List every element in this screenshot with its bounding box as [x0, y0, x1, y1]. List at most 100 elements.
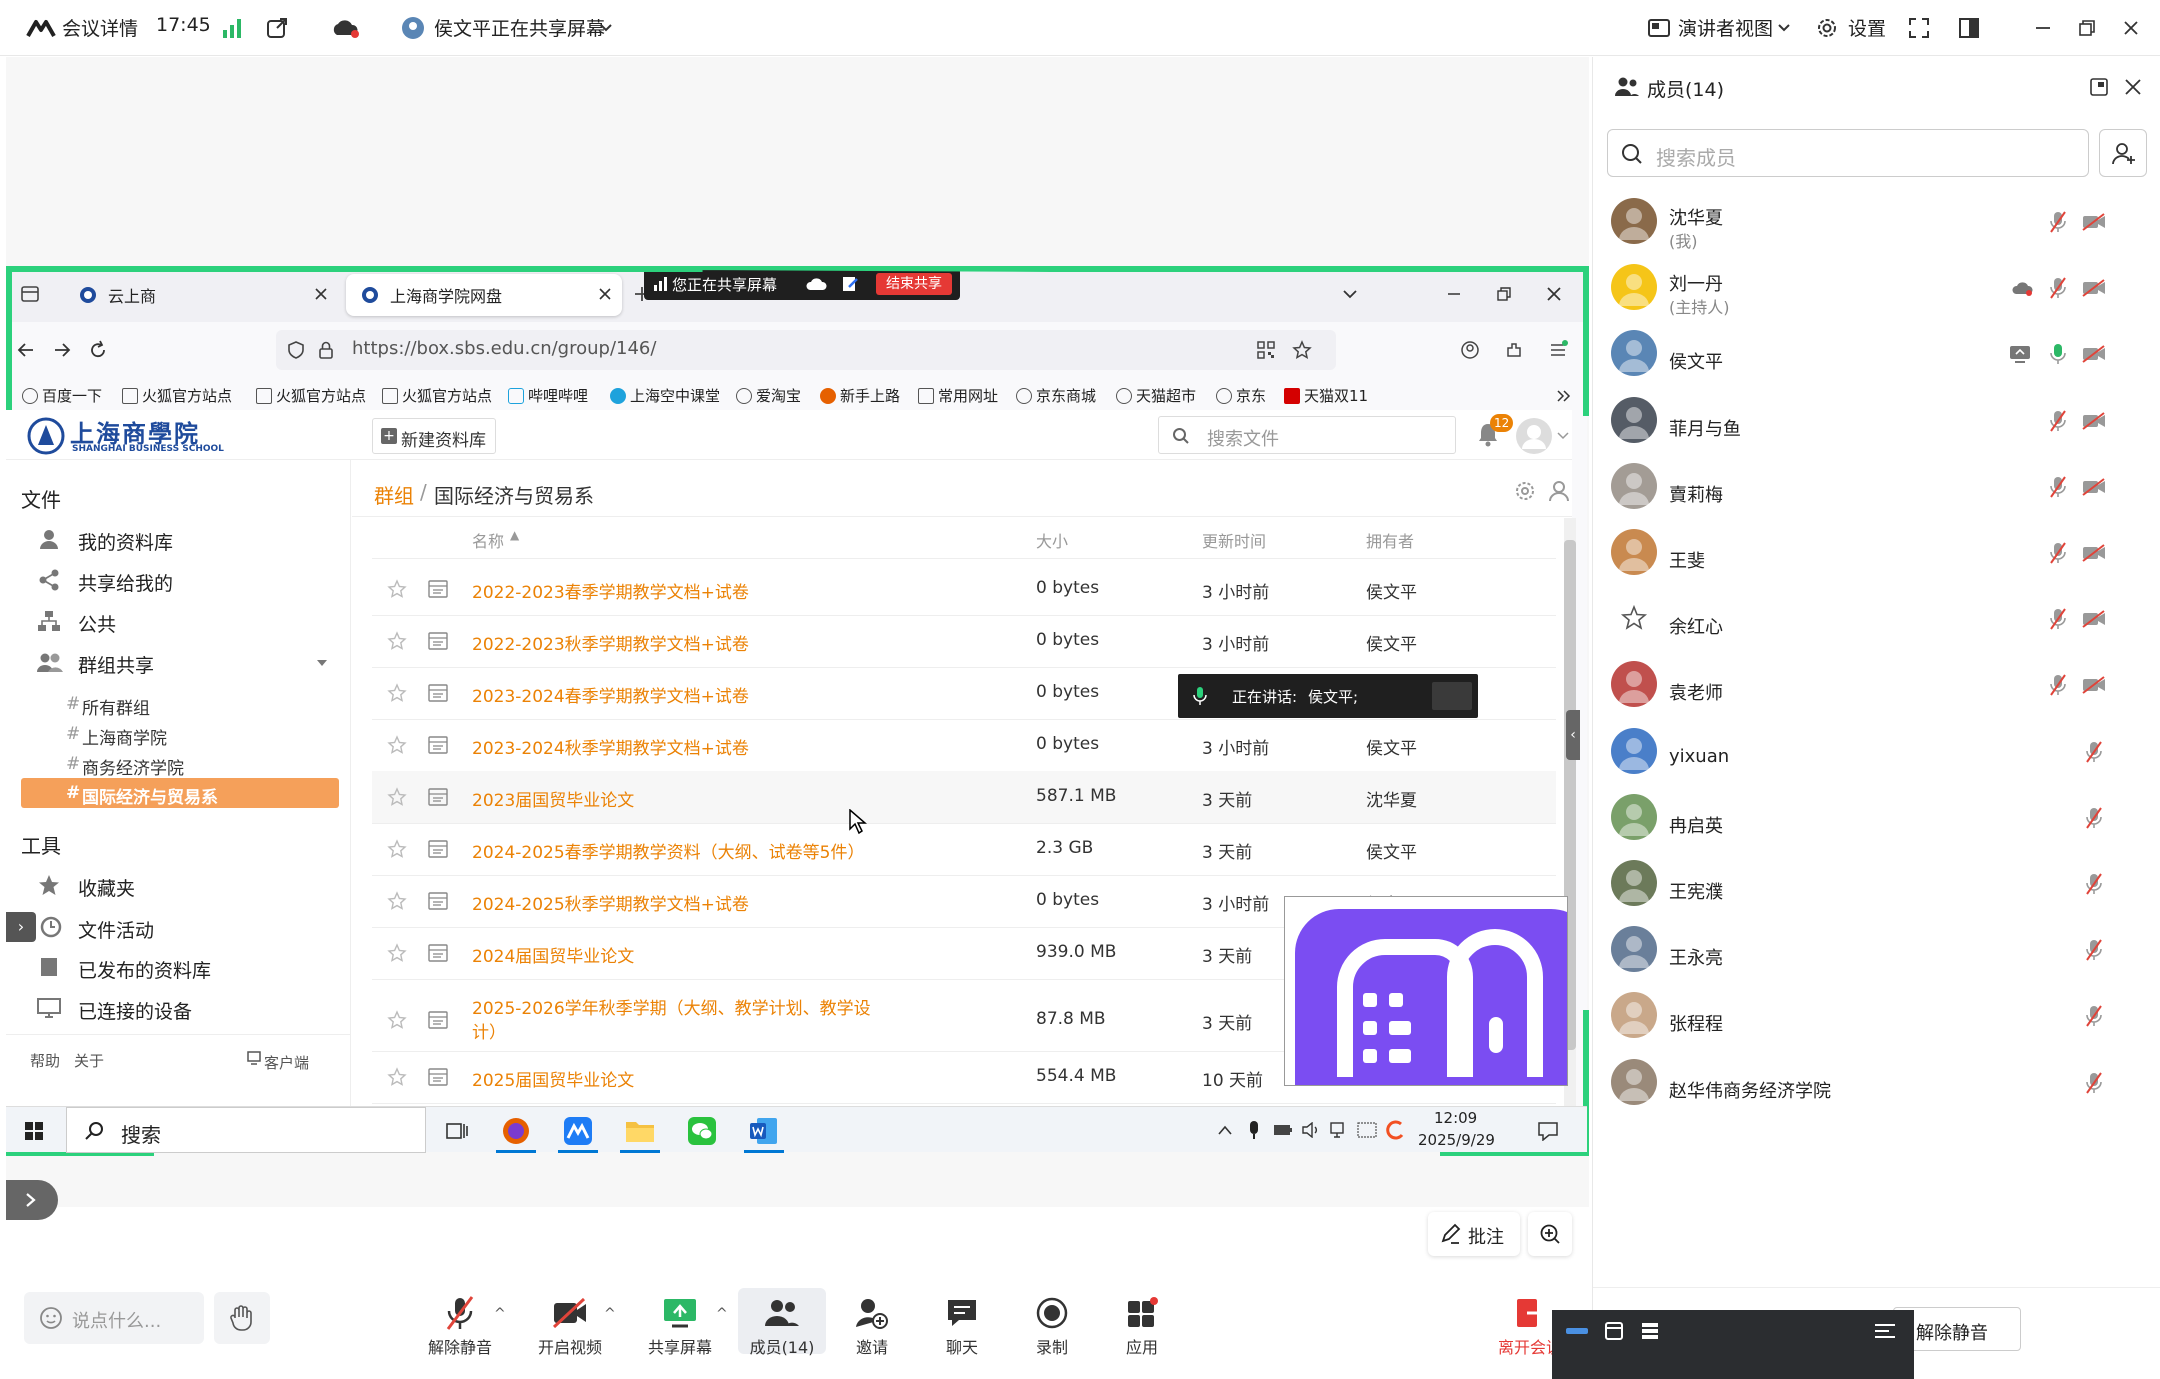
network-tray-icon[interactable] [1328, 1121, 1350, 1139]
star-outline-icon[interactable] [386, 1009, 408, 1031]
fullscreen-icon[interactable] [1906, 15, 1932, 41]
signal-strength-icon[interactable] [220, 16, 244, 40]
mic-on-icon[interactable] [2045, 342, 2071, 366]
star-outline-icon[interactable] [386, 942, 408, 964]
volume-tray-icon[interactable] [1300, 1121, 1322, 1139]
group-members-icon[interactable] [1546, 478, 1572, 504]
star-outline-icon[interactable] [386, 578, 408, 600]
star-outline-icon[interactable] [386, 838, 408, 860]
star-outline-icon[interactable] [386, 890, 408, 912]
bookmark-item[interactable]: 新手上路 [820, 385, 900, 406]
microphone-tray-icon[interactable] [1246, 1119, 1262, 1141]
chevron-down-icon[interactable] [1776, 20, 1792, 36]
annotate-button[interactable]: 批注 [1428, 1212, 1520, 1256]
mic-muted-icon[interactable] [2045, 607, 2071, 631]
sogou-input-icon[interactable] [1384, 1119, 1406, 1141]
library-name-link[interactable]: 2022-2023春季学期教学文档+试卷 [472, 578, 749, 603]
presenter-view-icon[interactable] [1646, 16, 1672, 40]
member-row[interactable]: 袁老师 [1611, 655, 2151, 715]
star-outline-icon[interactable] [386, 734, 408, 756]
gear-icon[interactable] [1814, 15, 1840, 41]
meeting-details-button[interactable]: 会议详情 [62, 14, 138, 41]
bookmark-item[interactable]: 火狐官方站点 [256, 385, 366, 406]
raise-hand-button[interactable] [214, 1292, 270, 1344]
add-member-button[interactable] [2099, 129, 2147, 177]
bookmarks-overflow-icon[interactable] [1554, 386, 1574, 406]
mic-muted-icon[interactable] [2045, 475, 2071, 499]
lock-icon[interactable] [314, 338, 338, 362]
star-outline-icon[interactable] [386, 630, 408, 652]
col-header-updated[interactable]: 更新时间 [1202, 528, 1266, 552]
camera-off-icon[interactable] [2081, 673, 2107, 697]
annotate-icon[interactable] [840, 274, 860, 294]
members-button[interactable]: 成员(14) [742, 1292, 822, 1358]
member-row[interactable]: 余红心 [1611, 589, 2151, 649]
member-row[interactable]: 菲月与鱼 [1611, 391, 2151, 451]
caret-down-icon[interactable] [314, 656, 330, 670]
tab-box-sbs[interactable]: 上海商学院网盘 [346, 274, 622, 316]
start-video-button[interactable]: 开启视频 [530, 1292, 610, 1358]
member-row[interactable]: 侯文平 [1611, 324, 2151, 384]
bookmark-item[interactable]: 天猫超市 [1116, 385, 1196, 406]
library-name-link[interactable]: 2023-2024秋季学期教学文档+试卷 [472, 734, 749, 759]
chevron-down-icon[interactable] [598, 20, 614, 36]
minimize-bar-icon[interactable] [1566, 1328, 1588, 1334]
mic-muted-icon[interactable] [2081, 1004, 2107, 1028]
tab-close-icon[interactable] [596, 285, 614, 303]
group-business-econ[interactable]: 商务经济学院 [82, 754, 184, 779]
help-link[interactable]: 帮助 [30, 1050, 60, 1071]
member-row[interactable]: 赵华伟商务经济学院 [1611, 1053, 2151, 1113]
cloud-record-icon[interactable] [2009, 276, 2035, 300]
bookmark-item[interactable]: 百度一下 [22, 385, 102, 406]
sidebar-item-group-shares[interactable]: 群组共享 [78, 651, 154, 678]
bookmark-item[interactable]: 京东 [1216, 385, 1266, 406]
invite-button[interactable]: 邀请 [832, 1292, 912, 1358]
tool-linked-devices[interactable]: 已连接的设备 [78, 997, 192, 1024]
library-name-link[interactable]: 2025-2026学年秋季学期（大纲、教学计划、教学设计） [472, 997, 872, 1045]
member-row[interactable]: 賣莉梅 [1611, 457, 2151, 517]
bookmark-item[interactable]: 京东商城 [1016, 385, 1096, 406]
forward-arrow-icon[interactable] [50, 338, 74, 362]
url-text[interactable]: https://box.sbs.edu.cn/group/146/ [352, 338, 656, 359]
menu-lines-icon[interactable] [1872, 1320, 1898, 1342]
window-close-icon[interactable] [1542, 282, 1566, 306]
end-share-button[interactable]: 结束共享 [876, 273, 952, 295]
list-icon[interactable] [1638, 1320, 1662, 1342]
notification-center-icon[interactable] [1536, 1119, 1560, 1143]
tab-yunshangshang[interactable]: 云上商 [64, 274, 338, 316]
bookmark-item[interactable]: 爱淘宝 [736, 385, 801, 406]
camera-off-icon[interactable] [2081, 607, 2107, 631]
mic-muted-icon[interactable] [2081, 872, 2107, 896]
mic-muted-icon[interactable] [2045, 210, 2071, 234]
member-search-input[interactable]: 搜索成员 [1607, 129, 2089, 177]
camera-off-icon[interactable] [2081, 409, 2107, 433]
camera-off-icon[interactable] [2081, 475, 2107, 499]
minimize-icon[interactable] [2030, 15, 2056, 41]
camera-off-icon[interactable] [2081, 541, 2107, 565]
group-intl-trade[interactable]: 国际经济与贸易系 [82, 783, 218, 808]
share-screen-button[interactable]: 共享屏幕 [640, 1292, 720, 1358]
tray-expand-chevron-icon[interactable] [1216, 1121, 1234, 1139]
screen-share-icon[interactable] [2007, 342, 2033, 366]
library-name-link[interactable]: 2024-2025秋季学期教学文档+试卷 [472, 890, 749, 915]
window-icon[interactable] [1602, 1320, 1626, 1342]
sidebar-item-my-libraries[interactable]: 我的资料库 [78, 528, 173, 555]
breadcrumb-group-link[interactable]: 群组 [374, 480, 414, 509]
caret-up-icon[interactable]: ^ [716, 1306, 728, 1322]
firefox-taskbar-icon[interactable] [500, 1115, 532, 1147]
close-icon[interactable] [2118, 15, 2144, 41]
mic-muted-icon[interactable] [2081, 740, 2107, 764]
presenter-view-dropdown[interactable]: 演讲者视图 [1678, 14, 1773, 41]
mic-muted-icon[interactable] [2045, 409, 2071, 433]
bookmark-item[interactable]: 火狐官方站点 [122, 385, 232, 406]
unmute-mic-button[interactable]: 解除静音 [420, 1292, 500, 1358]
sidebar-item-shared-with-me[interactable]: 共享给我的 [78, 569, 173, 596]
mic-muted-icon[interactable] [2081, 938, 2107, 962]
member-row[interactable]: 冉启英 [1611, 788, 2151, 848]
wechat-icon[interactable] [686, 1115, 718, 1147]
mic-muted-icon[interactable] [2045, 673, 2071, 697]
bookmark-item[interactable]: 火狐官方站点 [382, 385, 492, 406]
bookmark-star-icon[interactable] [1290, 338, 1314, 362]
popout-window-icon[interactable] [2087, 75, 2111, 99]
file-explorer-icon[interactable] [624, 1115, 656, 1147]
